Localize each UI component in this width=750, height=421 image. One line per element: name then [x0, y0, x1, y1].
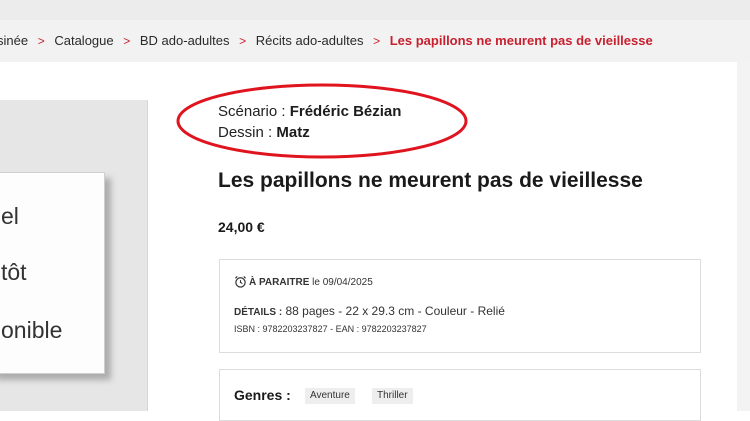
- breadcrumb-item-home[interactable]: sinée: [0, 33, 28, 48]
- top-bar: [0, 0, 750, 20]
- cover-placeholder-card: el tôt onible: [0, 172, 105, 374]
- release-status: À PARAITRE: [249, 277, 310, 288]
- details-box: À PARAITRE le 09/04/2025 DÉTAILS : 88 pa…: [219, 259, 701, 353]
- right-side-panel: [737, 62, 750, 411]
- release-row: À PARAITRE le 09/04/2025: [234, 275, 373, 291]
- breadcrumb-separator-icon: >: [123, 34, 131, 48]
- product-price: 24,00 €: [218, 219, 265, 235]
- genres-label: Genres :: [234, 387, 291, 403]
- cover-placeholder-text: el: [1, 203, 19, 229]
- breadcrumb: sinée > Catalogue > BD ado-adultes > Réc…: [0, 20, 750, 62]
- product-title: Les papillons ne meurent pas de vieilles…: [218, 169, 643, 192]
- breadcrumb-item-bd-ado-adultes[interactable]: BD ado-adultes: [140, 33, 230, 48]
- cover-placeholder-text: tôt: [1, 259, 27, 285]
- annotation-ellipse: [176, 83, 468, 159]
- release-date: le 09/04/2025: [312, 277, 373, 288]
- genre-tag-thriller[interactable]: Thriller: [372, 388, 413, 404]
- details-label: DÉTAILS :: [234, 307, 283, 318]
- alarm-clock-icon: [234, 275, 247, 291]
- details-value: 88 pages - 22 x 29.3 cm - Couleur - Reli…: [285, 304, 505, 318]
- breadcrumb-item-recits-ado-adultes[interactable]: Récits ado-adultes: [256, 33, 364, 48]
- breadcrumb-separator-icon: >: [37, 34, 45, 48]
- breadcrumb-item-catalogue[interactable]: Catalogue: [54, 33, 113, 48]
- cover-placeholder-text: onible: [1, 317, 63, 343]
- cover-image-panel[interactable]: el tôt onible: [0, 100, 148, 411]
- genre-tag-aventure[interactable]: Aventure: [305, 388, 355, 404]
- breadcrumb-separator-icon: >: [239, 34, 247, 48]
- details-row: DÉTAILS : 88 pages - 22 x 29.3 cm - Coul…: [234, 304, 505, 318]
- genres-box: Genres : Aventure Thriller: [219, 369, 701, 421]
- breadcrumb-current: Les papillons ne meurent pas de vieilles…: [389, 33, 653, 48]
- isbn-row: ISBN : 9782203237827 - EAN : 97822032378…: [234, 324, 427, 334]
- breadcrumb-separator-icon: >: [373, 34, 381, 48]
